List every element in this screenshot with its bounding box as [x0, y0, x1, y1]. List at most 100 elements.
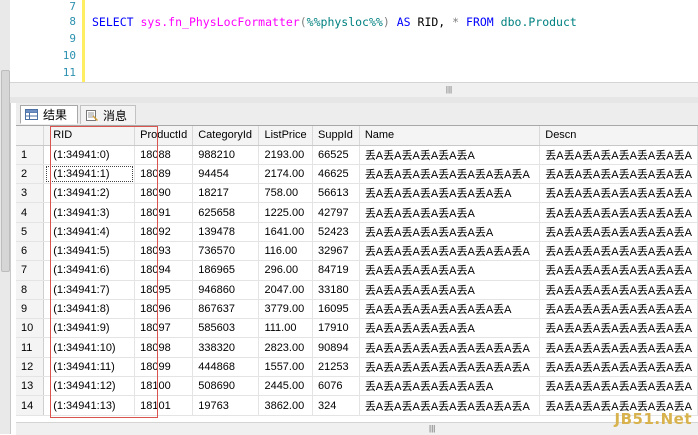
grid-cell[interactable]: 21253	[312, 357, 360, 378]
grid-cell[interactable]: 18100	[134, 376, 194, 397]
row-number[interactable]: 11	[16, 337, 45, 358]
grid-cell[interactable]: 18090	[134, 183, 194, 204]
grid-cell[interactable]: 946860	[192, 280, 260, 300]
grid-cell[interactable]: (1:34941:11)	[43, 357, 136, 378]
grid-cell[interactable]: (1:34941:0)	[43, 145, 136, 165]
grid-cell[interactable]: (1:34941:8)	[43, 299, 136, 320]
grid-cell[interactable]: (1:34941:1)	[43, 164, 136, 185]
grid-cell[interactable]: 508690	[192, 376, 260, 397]
table-row[interactable]: 5 (1:34941:4) 18092 139478 1641.00 52423 丢A丢A丢…	[16, 222, 698, 242]
grid-cell[interactable]: 丢A丢A丢A丢A丢A丢A	[359, 260, 541, 281]
grid-cell[interactable]: 丢A丢A丢A丢A丢A丢A丢A丢A	[539, 357, 698, 378]
grid-cell[interactable]: (1:34941:5)	[43, 241, 136, 262]
row-number[interactable]: 12	[16, 357, 45, 378]
grid-cell[interactable]: 丢A丢A丢A丢A丢A丢A丢A丢A	[539, 376, 698, 397]
grid-cell[interactable]: 6076	[312, 376, 360, 397]
grid-cell[interactable]: 18101	[134, 395, 194, 416]
grid-cell[interactable]: 736570	[192, 241, 260, 262]
grid-cell[interactable]: 3779.00	[258, 299, 313, 320]
grid-cell[interactable]: 324	[312, 395, 360, 416]
grid-cell[interactable]: 867637	[192, 299, 260, 320]
grid-cell[interactable]: 1225.00	[258, 202, 313, 223]
row-number[interactable]: 2	[16, 164, 45, 185]
table-row[interactable]: 3 (1:34941:2) 18090 18217 758.00 56613 丢A丢A丢A丢…	[16, 183, 698, 204]
row-number[interactable]: 14	[16, 395, 45, 416]
editor-horizontal-scrollbar[interactable]: |||	[10, 82, 698, 98]
tab-messages[interactable]: 消息	[80, 105, 136, 124]
grid-cell[interactable]: 2174.00	[258, 164, 313, 185]
column-header[interactable]: Descn	[539, 126, 698, 146]
code-line-select[interactable]: SELECT sys.fn_PhysLocFormatter(%%physloc…	[92, 15, 577, 29]
grid-cell[interactable]: 18097	[134, 318, 194, 339]
table-row[interactable]: 12 (1:34941:11) 18099 444868 1557.00 21253 丢A丢…	[16, 357, 698, 378]
grid-cell[interactable]: 丢A丢A丢A丢A丢A丢A丢A丢A	[539, 202, 698, 223]
row-number[interactable]: 3	[16, 183, 45, 204]
grid-cell[interactable]: 丢A丢A丢A丢A丢A丢A丢A丢A	[359, 183, 541, 204]
grid-cell[interactable]: 32967	[312, 241, 360, 262]
column-header[interactable]: CategoryId	[192, 126, 260, 146]
grid-cell[interactable]: 90894	[312, 337, 360, 358]
row-number[interactable]: 8	[16, 280, 45, 300]
grid-cell[interactable]: 18092	[134, 222, 194, 242]
grid-cell[interactable]: 186965	[192, 260, 260, 281]
grid-cell[interactable]: 2445.00	[258, 376, 313, 397]
grid-cell[interactable]: 18096	[134, 299, 194, 320]
grid-cell[interactable]: (1:34941:2)	[43, 183, 136, 204]
grid-corner[interactable]	[16, 126, 45, 146]
table-row[interactable]: 4 (1:34941:3) 18091 625658 1225.00 42797 丢A丢A丢…	[16, 202, 698, 223]
grid-cell[interactable]: 丢A丢A丢A丢A丢A丢A丢A	[359, 222, 541, 242]
column-header[interactable]: ListPrice	[258, 126, 313, 146]
grid-cell[interactable]: 18094	[134, 260, 194, 281]
scrollbar-thumb[interactable]	[1, 70, 10, 272]
table-row[interactable]: 11 (1:34941:10) 18098 338320 2823.00 90894 丢A丢…	[16, 337, 698, 358]
grid-horizontal-scrollbar[interactable]: |||	[16, 422, 698, 435]
grid-cell[interactable]: 16095	[312, 299, 360, 320]
grid-cell[interactable]: (1:34941:13)	[43, 395, 136, 416]
grid-cell[interactable]: 338320	[192, 337, 260, 358]
row-number[interactable]: 13	[16, 376, 45, 397]
grid-cell[interactable]: 丢A丢A丢A丢A丢A丢A丢A丢A丢A	[359, 395, 541, 416]
grid-cell[interactable]: (1:34941:12)	[43, 376, 136, 397]
column-header[interactable]: RID	[43, 126, 136, 146]
grid-cell[interactable]: 2823.00	[258, 337, 313, 358]
column-header[interactable]: SuppId	[312, 126, 360, 146]
grid-cell[interactable]: 丢A丢A丢A丢A丢A丢A丢A丢A	[539, 280, 698, 300]
grid-cell[interactable]: 丢A丢A丢A丢A丢A丢A	[359, 280, 541, 300]
grid-cell[interactable]: 丢A丢A丢A丢A丢A丢A丢A丢A	[539, 241, 698, 262]
grid-cell[interactable]: 18089	[134, 164, 194, 185]
grid-cell[interactable]: 丢A丢A丢A丢A丢A丢A丢A丢A	[539, 222, 698, 242]
row-number[interactable]: 7	[16, 260, 45, 281]
grid-cell[interactable]: 丢A丢A丢A丢A丢A丢A丢A丢A	[539, 260, 698, 281]
table-row[interactable]: 8 (1:34941:7) 18095 946860 2047.00 33180 丢A丢A丢…	[16, 280, 698, 300]
grid-cell[interactable]: 444868	[192, 357, 260, 378]
column-header[interactable]: Name	[359, 126, 541, 146]
grid-cell[interactable]: 116.00	[258, 241, 313, 262]
grid-cell[interactable]: 丢A丢A丢A丢A丢A丢A丢A丢A	[539, 164, 698, 185]
query-editor[interactable]: 7 8 9 10 11 SELECT sys.fn_PhysLocFormatt…	[10, 0, 698, 82]
grid-cell[interactable]: 丢A丢A丢A丢A丢A丢A丢A丢A丢A	[359, 241, 541, 262]
results-grid[interactable]: RID ProductId CategoryId ListPrice SuppId Nam…	[16, 126, 698, 422]
grid-cell[interactable]: (1:34941:7)	[43, 280, 136, 300]
row-number[interactable]: 10	[16, 318, 45, 339]
grid-cell[interactable]: 94454	[192, 164, 260, 185]
table-row[interactable]: 1 (1:34941:0) 18088 988210 2193.00 66525 丢A丢A丢…	[16, 145, 698, 165]
grid-cell[interactable]: 18217	[192, 183, 260, 204]
column-header[interactable]: ProductId	[134, 126, 194, 146]
grid-cell[interactable]: 18095	[134, 280, 194, 300]
grid-cell[interactable]: 84719	[312, 260, 360, 281]
grid-cell[interactable]: 111.00	[258, 318, 313, 339]
grid-cell[interactable]: 296.00	[258, 260, 313, 281]
grid-cell[interactable]: 42797	[312, 202, 360, 223]
grid-cell[interactable]: 丢A丢A丢A丢A丢A丢A	[359, 145, 541, 165]
grid-cell[interactable]: 1641.00	[258, 222, 313, 242]
grid-cell[interactable]: 3862.00	[258, 395, 313, 416]
row-number[interactable]: 9	[16, 299, 45, 320]
scroll-grip-icon[interactable]: |||	[429, 424, 435, 433]
grid-cell[interactable]: 18098	[134, 337, 194, 358]
grid-cell[interactable]: 丢A丢A丢A丢A丢A丢A丢A	[359, 376, 541, 397]
grid-cell[interactable]: 丢A丢A丢A丢A丢A丢A丢A丢A	[539, 145, 698, 165]
table-row[interactable]: 7 (1:34941:6) 18094 186965 296.00 84719 丢A丢A丢A…	[16, 260, 698, 281]
grid-cell[interactable]: (1:34941:3)	[43, 202, 136, 223]
table-row[interactable]: 2 (1:34941:1) 18089 94454 2174.00 46625 丢A丢A丢A…	[16, 164, 698, 185]
grid-cell[interactable]: 2047.00	[258, 280, 313, 300]
